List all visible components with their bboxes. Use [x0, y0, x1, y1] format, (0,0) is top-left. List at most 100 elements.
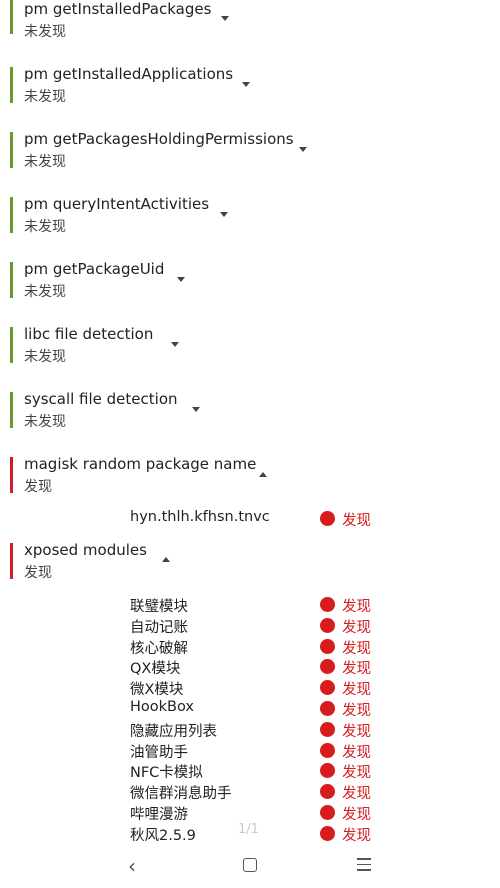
found-label: 发现 — [342, 786, 371, 802]
section-title: pm getInstalledPackages — [24, 0, 212, 18]
section-pm-getpackageuid[interactable]: pm getPackageUid 未发现 — [0, 260, 500, 300]
list-item: NFC卡模拟 发现 — [0, 761, 500, 782]
module-name: 核心破解 — [130, 641, 188, 657]
chevron-down-icon[interactable] — [220, 212, 228, 217]
section-magisk-random-package-name[interactable]: magisk random package name 发现 — [0, 455, 500, 495]
list-item: QX模块 发现 — [0, 657, 500, 678]
section-title: pm getInstalledApplications — [24, 65, 234, 83]
section-status: 发现 — [24, 479, 52, 495]
section-status: 未发现 — [24, 24, 66, 40]
module-name: 自动记账 — [130, 620, 188, 636]
section-pm-getinstalledapplications[interactable]: pm getInstalledApplications 未发现 — [0, 65, 500, 105]
found-label: 发现 — [342, 745, 371, 761]
list-item: 微X模块 发现 — [0, 678, 500, 699]
found-label: 发现 — [342, 682, 371, 698]
found-label: 发现 — [342, 661, 371, 677]
list-item: 核心破解 发现 — [0, 637, 500, 658]
menu-icon[interactable] — [357, 858, 371, 875]
section-status: 未发现 — [24, 219, 66, 235]
status-bar — [10, 0, 13, 34]
found-label: 发现 — [342, 641, 371, 657]
found-label: 发现 — [342, 807, 371, 823]
list-item: HookBox 发现 — [0, 699, 500, 720]
section-title: syscall file detection — [24, 390, 178, 408]
found-label: 发现 — [342, 724, 371, 740]
red-dot-icon — [320, 597, 335, 612]
module-name: 隐藏应用列表 — [130, 724, 217, 740]
list-item: 微信群消息助手 发现 — [0, 782, 500, 803]
chevron-down-icon[interactable] — [221, 16, 229, 21]
red-dot-icon — [320, 618, 335, 633]
list-item: 自动记账 发现 — [0, 616, 500, 637]
section-libc-file-detection[interactable]: libc file detection 未发现 — [0, 325, 500, 365]
found-label: 发现 — [342, 765, 371, 781]
section-pm-queryintentactivities[interactable]: pm queryIntentActivities 未发现 — [0, 195, 500, 235]
module-name: NFC卡模拟 — [130, 765, 203, 781]
chevron-down-icon[interactable] — [242, 82, 250, 87]
status-bar — [10, 543, 13, 579]
module-name: 秋风2.5.9 — [130, 828, 196, 844]
section-status: 未发现 — [24, 414, 66, 430]
section-xposed-modules[interactable]: xposed modules 发现 — [0, 541, 500, 581]
list-item: 联璧模块 发现 — [0, 595, 500, 616]
module-name: 联璧模块 — [130, 599, 188, 615]
status-bar — [10, 197, 13, 233]
status-bar — [10, 262, 13, 298]
list-item: 油管助手 发现 — [0, 741, 500, 762]
section-title: magisk random package name — [24, 455, 257, 473]
home-icon[interactable] — [243, 858, 257, 872]
red-dot-icon — [320, 763, 335, 778]
section-title: xposed modules — [24, 541, 147, 559]
found-label: 发现 — [342, 620, 371, 636]
section-status: 未发现 — [24, 284, 66, 300]
section-status: 未发现 — [24, 154, 66, 170]
module-name: 油管助手 — [130, 745, 188, 761]
status-bar — [10, 67, 13, 103]
module-name: 哔哩漫游 — [130, 807, 188, 823]
chevron-up-icon[interactable] — [259, 472, 267, 477]
red-dot-icon — [320, 743, 335, 758]
red-dot-icon — [320, 639, 335, 654]
red-dot-icon — [320, 805, 335, 820]
module-name: HookBox — [130, 699, 194, 715]
module-name: QX模块 — [130, 661, 181, 677]
status-bar — [10, 327, 13, 363]
section-status: 发现 — [24, 565, 52, 581]
section-status: 未发现 — [24, 349, 66, 365]
chevron-down-icon[interactable] — [299, 147, 307, 152]
module-name: 微X模块 — [130, 682, 184, 698]
section-status: 未发现 — [24, 89, 66, 105]
list-item: 隐藏应用列表 发现 — [0, 720, 500, 741]
section-pm-getpackagesholdingpermissions[interactable]: pm getPackagesHoldingPermissions 未发现 — [0, 130, 500, 170]
chevron-down-icon[interactable] — [177, 277, 185, 282]
back-icon[interactable]: ‹ — [128, 854, 136, 878]
page-indicator: 1/1 — [238, 822, 259, 837]
section-title: pm queryIntentActivities — [24, 195, 210, 213]
red-dot-icon — [320, 680, 335, 695]
list-item: hyn.thlh.kfhsn.tnvc 发现 — [0, 509, 500, 530]
red-dot-icon — [320, 722, 335, 737]
list-item: 哔哩漫游 发现 — [0, 803, 500, 824]
red-dot-icon — [320, 826, 335, 841]
status-bar — [10, 457, 13, 493]
section-title: pm getPackagesHoldingPermissions — [24, 130, 294, 148]
system-nav-bar: ‹ — [0, 848, 500, 888]
section-pm-getinstalledpackages[interactable]: pm getInstalledPackages 未发现 — [0, 0, 500, 40]
red-dot-icon — [320, 511, 335, 526]
module-name: 微信群消息助手 — [130, 786, 232, 802]
chevron-up-icon[interactable] — [162, 557, 170, 562]
status-bar — [10, 392, 13, 428]
chevron-down-icon[interactable] — [192, 407, 200, 412]
found-label: 发现 — [342, 513, 371, 529]
found-label: 发现 — [342, 828, 371, 844]
red-dot-icon — [320, 784, 335, 799]
red-dot-icon — [320, 659, 335, 674]
section-syscall-file-detection[interactable]: syscall file detection 未发现 — [0, 390, 500, 430]
section-title: pm getPackageUid — [24, 260, 165, 278]
status-bar — [10, 132, 13, 168]
red-dot-icon — [320, 701, 335, 716]
chevron-down-icon[interactable] — [171, 342, 179, 347]
section-title: libc file detection — [24, 325, 154, 343]
found-label: 发现 — [342, 599, 371, 615]
found-label: 发现 — [342, 703, 371, 719]
